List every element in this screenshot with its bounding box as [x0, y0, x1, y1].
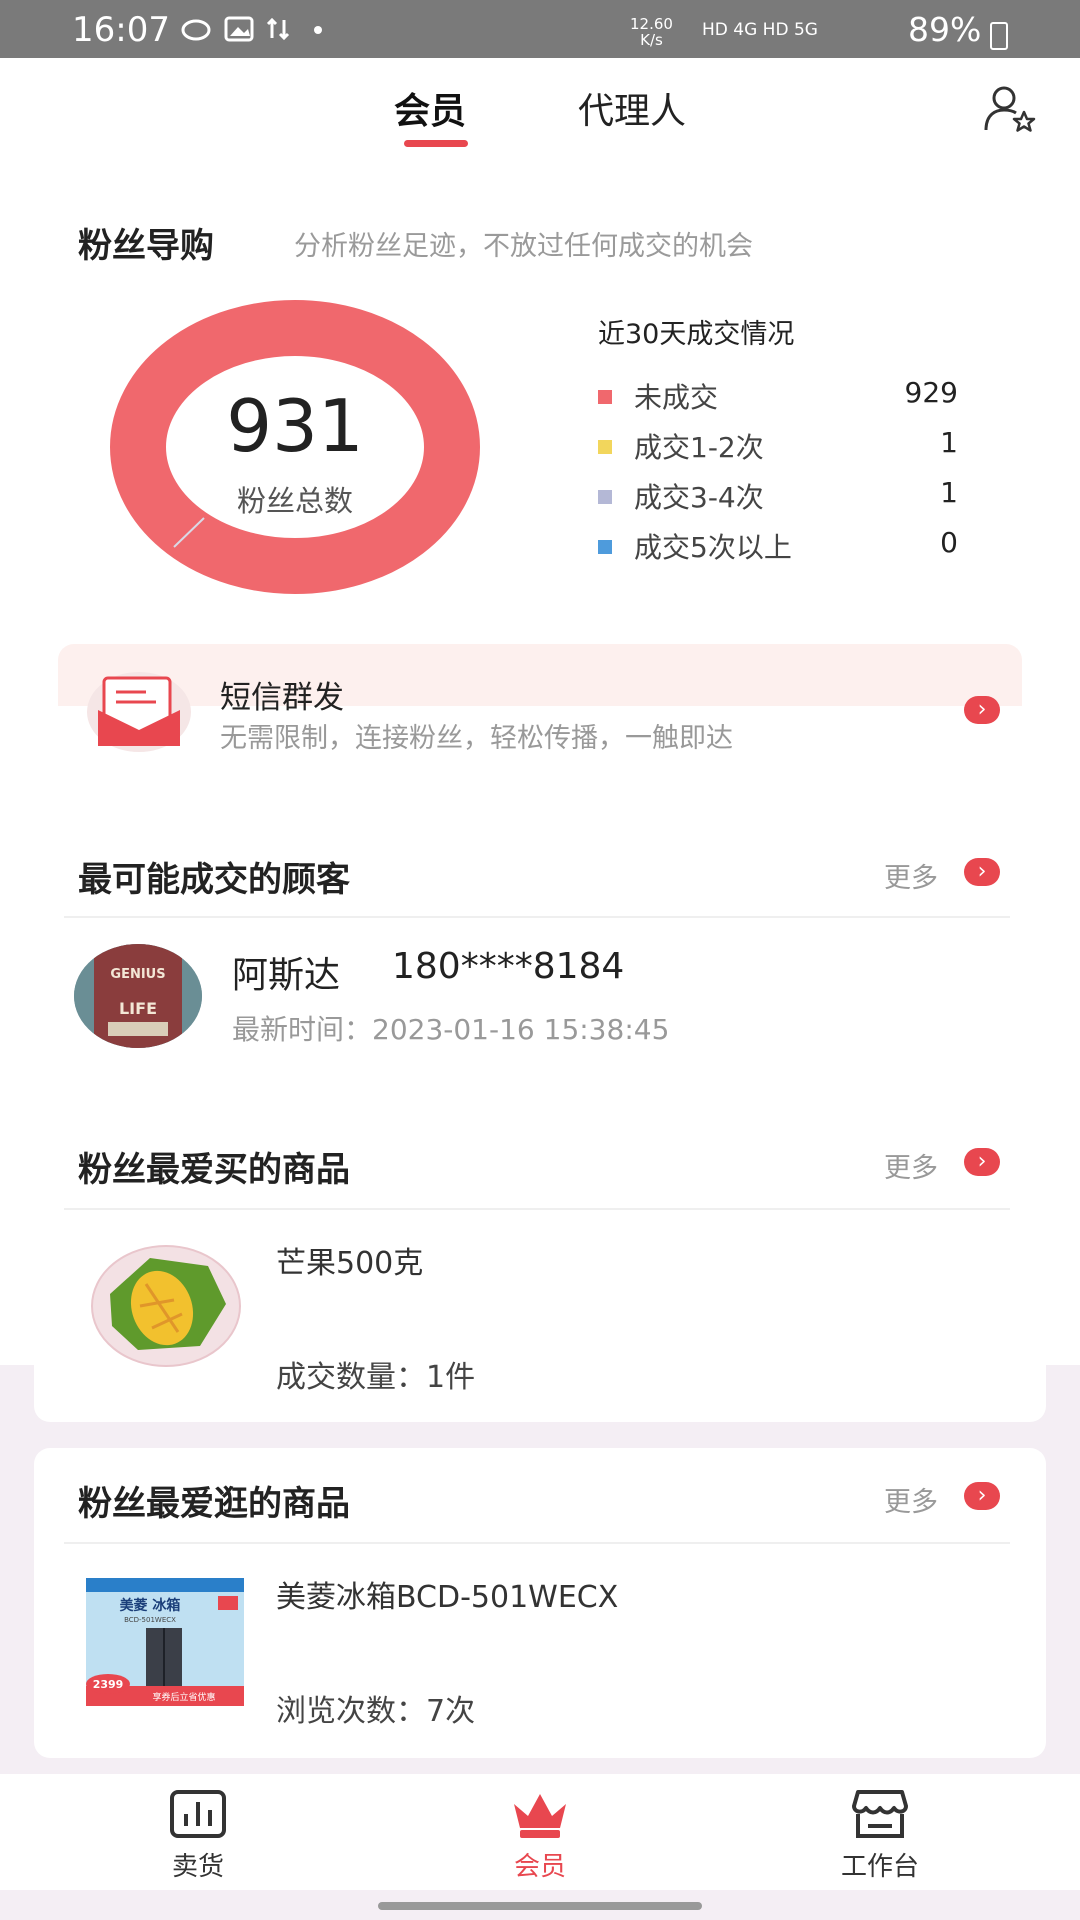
divider	[64, 1208, 1010, 1210]
legend-label: 成交3-4次	[634, 481, 764, 514]
nav-label-workbench: 工作台	[840, 1852, 919, 1882]
notification-icons	[181, 16, 322, 42]
chevron-right-icon[interactable]: ›	[964, 1482, 1000, 1510]
product-name[interactable]: 美菱冰箱BCD-501WECX	[276, 1572, 618, 1616]
fridge-brand-text: 美菱 冰箱	[120, 1597, 181, 1614]
legend-title: 近30天成交情况	[598, 319, 795, 350]
chevron-right-icon[interactable]: ›	[964, 858, 1000, 886]
network-speed: 12.60 K/s	[630, 16, 673, 48]
legend-value: 0	[940, 526, 958, 559]
sms-description: 无需限制，连接粉丝，轻松传播，一触即达	[220, 723, 733, 754]
chevron-right-icon[interactable]: ›	[964, 696, 1000, 724]
status-time: 16:07	[72, 10, 170, 50]
legend-label: 成交5次以上	[634, 531, 792, 564]
svg-text:GENIUS: GENIUS	[110, 967, 165, 982]
divider	[64, 916, 1010, 918]
customer-phone: 180****8184	[392, 946, 625, 987]
divider	[64, 1542, 1010, 1544]
crown-icon	[514, 1794, 566, 1838]
legend-value: 929	[904, 376, 958, 409]
legend-swatch	[598, 540, 612, 554]
legend-swatch	[598, 490, 612, 504]
top-tabs: 会员 代理人	[0, 82, 1080, 152]
battery-percent: 89%	[908, 10, 982, 49]
fridge-price-text: 2399	[93, 1678, 124, 1691]
speed-unit: K/s	[640, 31, 663, 49]
envelope-icon	[87, 672, 191, 752]
nav-label-sell: 卖货	[171, 1852, 224, 1882]
customer-name: 阿斯达	[232, 955, 341, 996]
product-sales-count: 成交数量：1件	[276, 1360, 476, 1395]
store-icon	[852, 1790, 908, 1838]
product-view-count: 浏览次数：7次	[276, 1694, 476, 1729]
chevron-right-icon[interactable]: ›	[964, 1148, 1000, 1176]
legend-label: 未成交	[634, 381, 719, 414]
fans-total: 931	[226, 384, 364, 468]
product-image-fridge[interactable]: 美菱 冰箱 BCD-501WECX 2399 享券后立省优惠	[86, 1578, 244, 1706]
product-name[interactable]: 芒果500克	[276, 1238, 423, 1282]
status-notification-icons	[180, 14, 330, 51]
bottom-nav: 卖货 会员 工作台	[0, 1774, 1080, 1890]
legend-item: 成交3-4次 1	[598, 476, 958, 516]
tab-member[interactable]: 会员	[394, 82, 466, 134]
customer-latest-time: 最新时间：2023-01-16 15:38:45	[232, 1013, 670, 1046]
legend-value: 1	[940, 476, 958, 509]
status-bar: 16:07 12.60 K/s HD 4G HD 5G 89%	[0, 0, 1080, 58]
legend-item: 成交5次以上 0	[598, 526, 958, 566]
favorite-browsed-more[interactable]: 更多	[884, 1480, 938, 1519]
favorite-browsed-title: 粉丝最爱逛的商品	[78, 1484, 350, 1524]
fans-guide-subtitle: 分析粉丝足迹，不放过任何成交的机会	[294, 231, 753, 262]
fans-total-label: 粉丝总数	[236, 484, 353, 518]
active-tab-indicator	[404, 140, 468, 147]
favorite-bought-more[interactable]: 更多	[884, 1146, 938, 1185]
likely-customers-more[interactable]: 更多	[884, 856, 938, 895]
fans-guide-title: 粉丝导购	[78, 226, 214, 266]
legend-item: 成交1-2次 1	[598, 426, 958, 466]
svg-text:LIFE: LIFE	[119, 999, 157, 1018]
battery-icon	[990, 22, 1008, 50]
legend-swatch	[598, 390, 612, 404]
home-indicator[interactable]	[378, 1902, 702, 1910]
fridge-model-text: BCD-501WECX	[124, 1616, 176, 1624]
legend-label: 成交1-2次	[634, 431, 764, 464]
legend-value: 1	[940, 426, 958, 459]
bar-chart-icon	[170, 1790, 226, 1838]
avatar-image: GENIUS LIFE	[74, 944, 202, 1048]
network-indicators: HD 4G HD 5G	[702, 20, 818, 40]
nav-label-member: 会员	[513, 1852, 566, 1882]
product-image-mango[interactable]	[90, 1244, 242, 1368]
tab-agent[interactable]: 代理人	[578, 82, 686, 134]
fridge-promo-text: 享券后立省优惠	[152, 1691, 215, 1703]
favorite-bought-title: 粉丝最爱买的商品	[78, 1150, 350, 1190]
user-star-icon[interactable]	[982, 84, 1038, 134]
legend-item: 未成交 929	[598, 376, 958, 416]
legend-swatch	[598, 440, 612, 454]
avatar[interactable]: GENIUS LIFE	[74, 944, 202, 1048]
sms-title: 短信群发	[220, 680, 344, 716]
likely-customers-title: 最可能成交的顾客	[78, 860, 350, 900]
